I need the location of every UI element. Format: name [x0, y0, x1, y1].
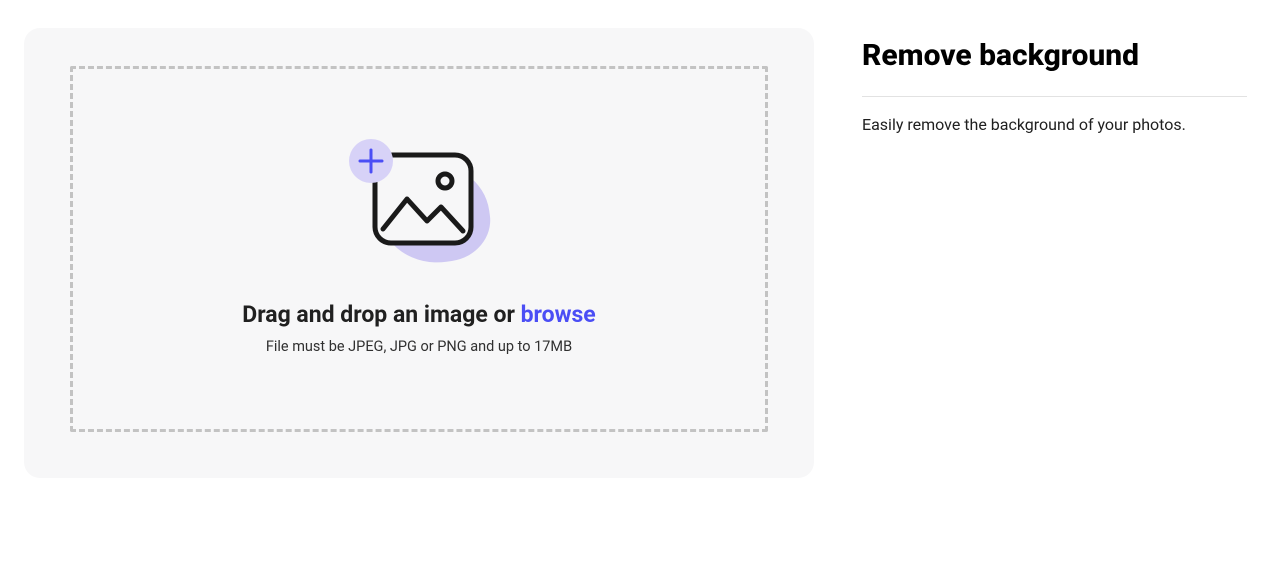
file-hint: File must be JPEG, JPG or PNG and up to …: [266, 338, 572, 355]
dropzone[interactable]: Drag and drop an image or browse File mu…: [70, 66, 768, 432]
plus-icon: [349, 139, 393, 183]
browse-link[interactable]: browse: [521, 301, 596, 328]
upload-image-icon: [349, 143, 489, 273]
page-subtitle: Easily remove the background of your pho…: [862, 115, 1247, 134]
info-panel: Remove background Easily remove the back…: [862, 28, 1247, 564]
drag-text: Drag and drop an image or: [242, 301, 520, 328]
page-title: Remove background: [862, 38, 1247, 74]
divider: [862, 96, 1247, 97]
dropzone-container: Drag and drop an image or browse File mu…: [24, 28, 814, 478]
upload-panel: Drag and drop an image or browse File mu…: [24, 28, 814, 564]
dropzone-instruction: Drag and drop an image or browse: [242, 301, 595, 328]
